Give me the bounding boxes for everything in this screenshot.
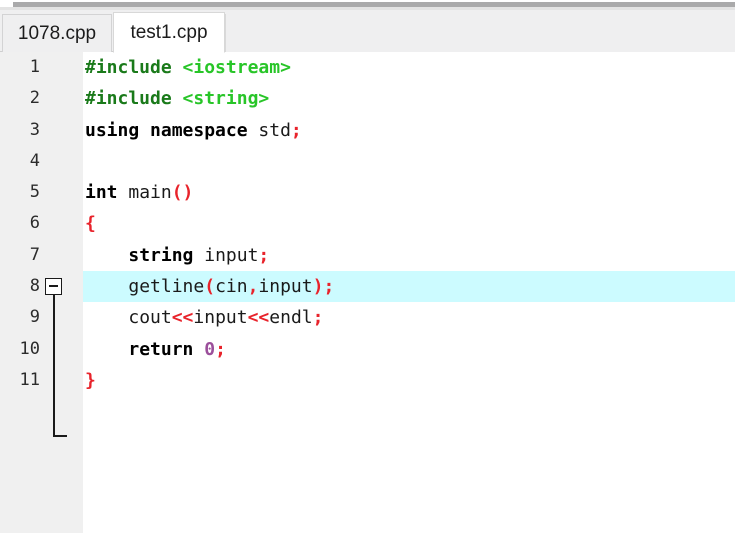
code-token: <string> [182,88,270,110]
code-token: 0 [204,338,216,360]
line-number: 3 [29,119,40,140]
code-token: #include [85,88,172,110]
tab-test1-cpp[interactable]: test1.cpp [113,12,225,53]
code-line[interactable]: 7 string input; [0,240,735,271]
line-number: 4 [29,150,40,171]
editor-pane[interactable]: 1 #include <iostream> 2 #include <string> 3 u… [0,52,735,533]
code-text: cout<<input<<endl; [85,302,323,333]
code-token: ) [312,276,324,298]
line-number: 9 [29,307,40,328]
tab-bar-empty-area [225,14,735,52]
tab-label: test1.cpp [130,21,208,43]
code-token: return [128,338,194,360]
code-line[interactable]: 4 [0,146,735,177]
code-token: input [193,307,248,329]
code-token: ; [323,276,335,298]
line-number: 2 [29,88,40,109]
fold-range-line [52,295,55,437]
code-token: #include [85,57,172,78]
code-token: } [85,369,96,391]
code-line[interactable]: 5 int main() [0,177,735,208]
code-line[interactable]: 9 cout<<input<<endl; [0,302,735,333]
line-number: 1 [29,57,40,77]
editor-tab-bar: 1078.cpp test1.cpp [0,10,735,53]
code-line[interactable]: 6{ [0,208,735,239]
code-line[interactable]: 2 #include <string> [0,83,735,114]
fold-range-foot [52,435,67,437]
code-token: ( [204,276,216,298]
line-number: 8 [29,276,40,297]
code-line[interactable]: 11} [0,365,735,396]
code-text: string input; [85,240,269,271]
code-token: ; [312,307,324,329]
code-text: { [85,208,96,239]
code-token: << [247,307,270,329]
code-token: << [171,307,194,329]
code-token: int [85,182,118,204]
code-token: ; [290,119,302,141]
code-token: ; [258,244,270,266]
tab-label: 1078.cpp [17,22,97,44]
code-line[interactable]: 1 #include <iostream> [0,52,735,83]
code-text: #include <string> [85,83,269,114]
line-number: 10 [19,338,40,359]
code-token: input [204,244,259,266]
code-token: using namespace [85,119,248,141]
code-text: return 0; [85,334,226,365]
code-line[interactable]: 8 getline(cin,input); [0,271,735,303]
code-text: } [85,365,96,396]
code-line[interactable]: 10 return 0; [0,334,735,365]
code-token: main [128,182,172,204]
minus-glyph [48,285,58,287]
code-token: string [128,244,194,266]
collapse-minus-icon[interactable] [45,278,62,295]
code-token: <iostream> [182,57,291,78]
code-token: input [258,276,313,298]
code-text: getline(cin,input); [85,271,334,302]
code-editor-window: 1078.cpp test1.cpp 1 #include <iostream> 2… [0,0,735,533]
code-text: using namespace std; [85,115,302,146]
code-token: cout [128,307,172,329]
code-text: #include <iostream> [85,52,291,83]
code-token: endl [269,307,313,329]
code-token: ; [215,338,226,360]
line-number: 7 [29,244,40,265]
code-content[interactable]: 1 #include <iostream> 2 #include <string> 3 u… [0,52,735,533]
tab-1078-cpp[interactable]: 1078.cpp [2,14,112,52]
code-token: getline [128,276,205,298]
code-token: , [247,276,259,298]
line-number: 6 [29,213,40,234]
line-number: 11 [19,369,40,390]
line-number: 5 [29,182,40,203]
code-line[interactable]: 3 using namespace std; [0,115,735,146]
code-token: std [258,119,291,141]
code-token: () [171,182,194,204]
code-token: cin [215,276,248,298]
code-text: int main() [85,177,193,208]
code-token: { [85,213,96,235]
